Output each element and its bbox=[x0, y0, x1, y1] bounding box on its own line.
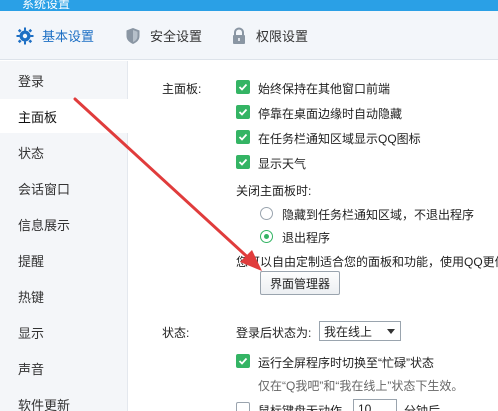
interface-manager-button[interactable]: 界面管理器 bbox=[260, 271, 340, 295]
sidebar-item-chat-window[interactable]: 会话窗口 bbox=[0, 171, 128, 205]
tab-label: 权限设置 bbox=[256, 29, 309, 44]
sidebar-item-reminder[interactable]: 提醒 bbox=[0, 243, 128, 277]
sidebar-item-login[interactable]: 登录 bbox=[0, 63, 128, 97]
settings-content: 主面板: 始终保持在其他窗口前端 停靠在桌面边缘时自动隐藏 在任务栏通知区域显示… bbox=[129, 61, 498, 411]
lock-icon bbox=[230, 26, 248, 45]
keep-on-top-checkbox[interactable] bbox=[236, 80, 250, 94]
show-weather-label: 显示天气 bbox=[258, 157, 307, 171]
sidebar: 登录 主面板 状态 会话窗口 信息展示 提醒 热键 显示 声音 软件更新 bbox=[0, 61, 128, 411]
close-panel-label: 关闭主面板时: bbox=[236, 184, 312, 198]
sidebar-item-sound[interactable]: 声音 bbox=[0, 351, 128, 385]
auto-hide-label: 停靠在桌面边缘时自动隐藏 bbox=[258, 107, 403, 121]
sidebar-item-info-display[interactable]: 信息展示 bbox=[0, 207, 128, 241]
idle-suffix-label: 分钟后 bbox=[404, 404, 441, 411]
tab-basic-settings[interactable]: 基本设置 bbox=[16, 11, 94, 60]
tab-label: 基本设置 bbox=[42, 29, 95, 44]
idle-away-checkbox[interactable] bbox=[236, 402, 250, 411]
exit-program-radio[interactable] bbox=[260, 230, 273, 243]
sidebar-item-hotkey[interactable]: 热键 bbox=[0, 279, 128, 313]
tab-label: 安全设置 bbox=[150, 29, 203, 44]
status-section-label: 状态: bbox=[162, 326, 190, 340]
tab-security-settings[interactable]: 安全设置 bbox=[124, 11, 202, 60]
login-status-select[interactable]: 我在线上 bbox=[319, 321, 401, 341]
tab-permission-settings[interactable]: 权限设置 bbox=[230, 11, 308, 60]
idle-minutes-input[interactable]: 10 bbox=[353, 399, 397, 411]
shield-icon bbox=[124, 27, 142, 45]
exit-program-label: 退出程序 bbox=[282, 231, 331, 245]
main-panel-section-label: 主面板: bbox=[162, 82, 202, 96]
title-bar: 系统设置 bbox=[0, 0, 498, 11]
hide-to-tray-radio[interactable] bbox=[260, 207, 273, 220]
fullscreen-busy-checkbox[interactable] bbox=[236, 354, 250, 368]
gear-icon bbox=[16, 27, 34, 45]
chevron-down-icon bbox=[387, 329, 395, 334]
tray-icon-label: 在任务栏通知区域显示QQ图标 bbox=[258, 132, 421, 146]
login-status-value: 我在线上 bbox=[324, 324, 373, 339]
idle-minutes-value: 10 bbox=[358, 402, 372, 411]
sidebar-item-software-update[interactable]: 软件更新 bbox=[0, 387, 128, 411]
sidebar-item-display[interactable]: 显示 bbox=[0, 315, 128, 349]
hide-to-tray-label: 隐藏到任务栏通知区域，不退出程序 bbox=[282, 208, 475, 222]
keep-on-top-label: 始终保持在其他窗口前端 bbox=[258, 82, 391, 96]
sidebar-item-status[interactable]: 状态 bbox=[0, 135, 128, 169]
idle-away-label: 鼠标键盘无动作 bbox=[258, 404, 343, 411]
sidebar-item-main-panel[interactable]: 主面板 bbox=[0, 99, 128, 133]
fullscreen-note-text: 仅在“Q我吧”和“我在线上”状态下生效。 bbox=[258, 379, 464, 393]
tray-icon-checkbox[interactable] bbox=[236, 130, 250, 144]
auto-hide-checkbox[interactable] bbox=[236, 105, 250, 119]
show-weather-checkbox[interactable] bbox=[236, 155, 250, 169]
fullscreen-busy-label: 运行全屏程序时切换至“忙碌”状态 bbox=[258, 356, 434, 370]
customize-hint-text: 您可以自由定制适合您的面板和功能，使用QQ更便捷 bbox=[236, 255, 498, 269]
window-title: 系统设置 bbox=[22, 0, 71, 11]
login-status-label: 登录后状态为: bbox=[236, 326, 312, 340]
top-tab-bar: 基本设置 安全设置 权限设置 bbox=[0, 11, 498, 60]
